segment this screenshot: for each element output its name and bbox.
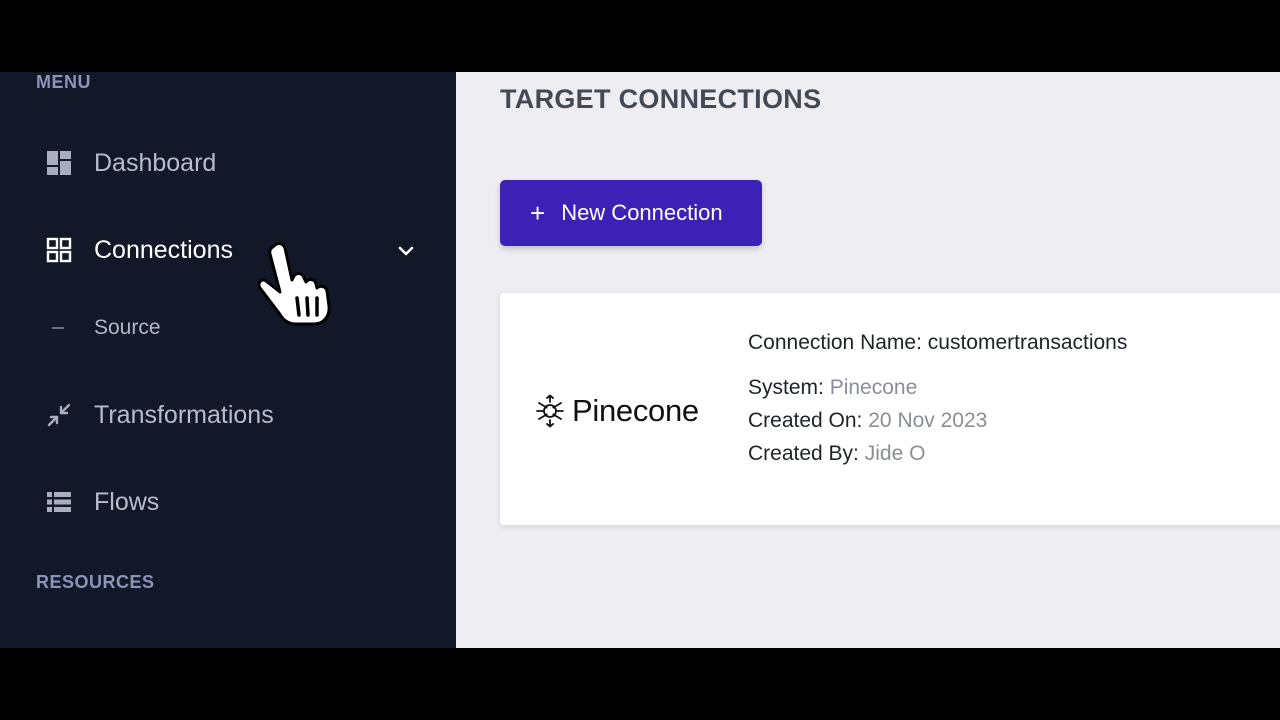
sidebar-item-label: Flows (94, 487, 160, 516)
sidebar-item-label: Dashboard (94, 148, 217, 177)
system-label: System: (748, 376, 824, 399)
sidebar: MENU Dashboard Connections Source Transf… (0, 72, 456, 648)
app-window: MENU Dashboard Connections Source Transf… (0, 72, 1280, 648)
connection-details: Connection Name: customertransactions Sy… (748, 326, 1127, 470)
resources-section-label: RESOURCES (36, 572, 155, 592)
pinecone-logo-text: Pinecone (572, 393, 699, 428)
sidebar-subitem-source[interactable]: Source (52, 313, 161, 343)
dashboard-icon (46, 150, 72, 176)
plus-icon: + (530, 198, 546, 228)
pinecone-logo: Pinecone (534, 393, 699, 429)
new-connection-label: New Connection (561, 200, 723, 225)
hand-pointer-cursor-icon (257, 242, 331, 326)
sidebar-item-label: Transformations (94, 400, 274, 429)
main-content: TARGET CONNECTIONS + New Connection Pine… (456, 72, 1280, 648)
created-by-value: Jide O (864, 442, 926, 465)
connection-name-row: Connection Name: customertransactions (748, 326, 1127, 359)
created-by-label: Created By: (748, 442, 859, 465)
system-row: System: Pinecone (748, 371, 1127, 404)
sidebar-item-connections[interactable]: Connections (46, 230, 426, 270)
connection-name-value: customertransactions (927, 331, 1128, 354)
dash-icon (52, 327, 64, 329)
created-on-value: 20 Nov 2023 (868, 409, 988, 432)
chevron-down-icon[interactable] (396, 240, 416, 260)
created-by-row: Created By: Jide O (748, 437, 1127, 470)
pinecone-logo-icon (536, 394, 564, 428)
sidebar-item-label: Connections (94, 235, 233, 264)
created-on-label: Created On: (748, 409, 863, 432)
connection-card[interactable]: Pinecone Connection Name: customertransa… (500, 293, 1280, 525)
new-connection-button[interactable]: + New Connection (500, 180, 762, 246)
list-icon (46, 489, 72, 515)
sidebar-subitem-label: Source (94, 316, 161, 339)
created-on-row: Created On: 20 Nov 2023 (748, 404, 1127, 437)
connection-name-label: Connection Name: (748, 331, 922, 354)
grid-icon (46, 237, 72, 263)
system-value: Pinecone (829, 376, 918, 399)
sidebar-item-dashboard[interactable]: Dashboard (46, 143, 426, 183)
sidebar-item-flows[interactable]: Flows (46, 482, 426, 522)
menu-section-label: MENU (36, 72, 91, 92)
compress-arrows-icon (46, 402, 72, 428)
sidebar-item-transformations[interactable]: Transformations (46, 395, 426, 435)
page-title: TARGET CONNECTIONS (500, 84, 822, 114)
